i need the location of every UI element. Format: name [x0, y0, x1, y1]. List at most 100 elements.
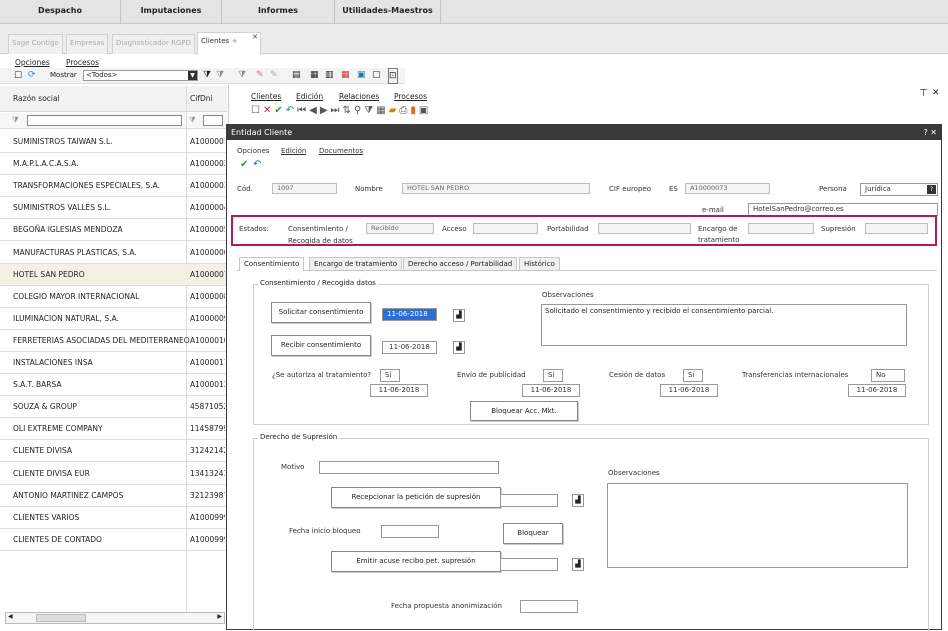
undo-icon[interactable]: ↶	[286, 105, 297, 116]
pdf-icon[interactable]: ▟	[453, 341, 465, 354]
export-icon[interactable]: ▥	[325, 68, 334, 82]
cesion-field[interactable]: Sí	[683, 369, 703, 382]
solicitar-date-field[interactable]: 11-06-2018	[382, 308, 437, 321]
motivo-field[interactable]	[319, 461, 499, 474]
office-icon[interactable]: ▮	[410, 105, 419, 116]
table-row[interactable]: CLIENTES VARIOS A1000999	[0, 507, 227, 529]
transf-field[interactable]: No	[871, 369, 905, 382]
check-icon[interactable]: ✔	[240, 159, 248, 170]
filter-remove-icon[interactable]: ⧩	[216, 68, 224, 82]
dlg-menu-edicion[interactable]: Edición	[281, 147, 306, 155]
pdf-icon[interactable]: ▟	[453, 309, 465, 322]
table-row[interactable]: HOTEL SAN PEDRO A1000007	[0, 263, 227, 286]
table-row[interactable]: COLEGIO MAYOR INTERNACIONAL A1000008	[0, 286, 227, 308]
nombre-field[interactable]: HOTEL SAN PEDRO	[402, 183, 590, 194]
refresh-icon[interactable]: ⟳	[28, 68, 36, 82]
new-icon[interactable]: ☐	[251, 105, 263, 116]
star-icon[interactable]: ★	[231, 37, 237, 45]
mostrar-select[interactable]: <Todos> ▼	[83, 70, 198, 81]
new-icon[interactable]: ☐	[14, 69, 22, 83]
tab-clientes[interactable]: Clientes ★ ✕	[197, 32, 261, 55]
menu-procesos[interactable]: Procesos	[66, 58, 99, 67]
tab-consentimiento[interactable]: Consentimiento	[239, 257, 305, 271]
tab-historico[interactable]: Histórico	[519, 257, 560, 270]
encargo-field[interactable]	[748, 223, 814, 234]
persona-select[interactable]: Jurídica ?	[860, 183, 938, 196]
prev-icon[interactable]: ◀	[309, 105, 320, 116]
table-row[interactable]: SOUZA & GROUP 458710524	[0, 396, 227, 419]
print-icon[interactable]: ⎙	[399, 105, 410, 116]
export-icon[interactable]: ▣	[419, 105, 431, 116]
back-menu-edicion[interactable]: Edición	[296, 92, 323, 101]
table-row[interactable]: CLIENTE DIVISA EUR 134132412	[0, 463, 227, 485]
dlg-menu-documentos[interactable]: Documentos	[319, 147, 363, 155]
recepcionar-date[interactable]	[500, 494, 558, 507]
observaciones-textarea[interactable]: Solicitado el consentimiento y recibido …	[541, 304, 907, 346]
supresion-field[interactable]	[865, 223, 928, 234]
help-icon[interactable]: ?	[927, 185, 936, 194]
table-row[interactable]: FERRETERIAS ASOCIADAS DEL MEDITERRANEO A1…	[0, 330, 227, 352]
menu-despacho[interactable]: Despacho	[0, 0, 120, 24]
close-icon[interactable]: ✕	[252, 29, 258, 46]
fecha-anon-field[interactable]	[520, 600, 578, 613]
solicitar-consentimiento-button[interactable]: Solicitar consentimiento	[271, 302, 371, 323]
table-row[interactable]: SUMINISTROS VALLÉS S.L. A1000004	[0, 197, 227, 220]
tab-derecho-acceso[interactable]: Derecho acceso / Portabilidad	[403, 257, 518, 270]
menu-informes[interactable]: Informes	[222, 0, 334, 24]
acceso-field[interactable]	[473, 223, 538, 234]
autoriza-date[interactable]: 11-06-2018	[370, 384, 428, 397]
emitir-date[interactable]	[500, 558, 558, 571]
back-menu-clientes[interactable]: Clientes	[251, 92, 281, 101]
chart-icon[interactable]: ▦	[341, 68, 350, 82]
delete-icon[interactable]: ✕	[263, 105, 274, 116]
grid-icon[interactable]: ▦	[376, 105, 388, 116]
pencil-icon[interactable]: ✎	[256, 68, 264, 82]
cod-field[interactable]: 1007	[272, 183, 337, 194]
sort-icon[interactable]: ⇅	[343, 105, 354, 116]
mail-icon[interactable]: ▣	[357, 68, 366, 82]
portabilidad-field[interactable]	[598, 223, 691, 234]
folder-icon[interactable]: ▰	[389, 105, 400, 116]
check-icon[interactable]: ✔	[274, 105, 285, 116]
undo-icon[interactable]: ↶	[253, 159, 261, 170]
recepcionar-button[interactable]: Recepcionar la petición de supresión	[331, 487, 501, 508]
filter-razon-input[interactable]	[27, 115, 182, 126]
table-row[interactable]: MANUFACTURAS PLASTICAS, S.A. A1000006	[0, 242, 227, 264]
pdf-icon[interactable]: ▟	[572, 558, 584, 571]
recibir-consentimiento-button[interactable]: Recibir consentimiento	[271, 335, 371, 356]
filter-icon[interactable]: ⧩	[364, 105, 376, 116]
menu-imputaciones[interactable]: Imputaciones	[121, 0, 221, 24]
tab-diagnosticador[interactable]: Diagnosticador RGPD	[112, 34, 195, 54]
menu-opciones[interactable]: Opciones	[15, 58, 50, 67]
first-icon[interactable]: ⏮	[297, 105, 309, 116]
col-cifdni[interactable]: CifDni	[190, 94, 213, 103]
consentimiento-field[interactable]: Recibido	[366, 223, 434, 234]
filter-cif-input[interactable]	[203, 115, 223, 126]
last-icon[interactable]: ⏭	[331, 105, 343, 116]
pdf-icon[interactable]: ▟	[572, 494, 584, 507]
table-row[interactable]: CLIENTE DIVISA 312421427	[0, 440, 227, 463]
table-row[interactable]: BEGOÑA IGLESIAS MENDOZA A1000005	[0, 219, 227, 242]
table-row[interactable]: INSTALACIONES INSA A1000011	[0, 352, 227, 374]
bloquear-button[interactable]: Bloquear	[503, 523, 563, 544]
dlg-menu-opciones[interactable]: Opciones	[237, 147, 269, 155]
recibir-date-field[interactable]: 11-06-2018	[382, 341, 437, 354]
col-razon-social[interactable]: Razón social	[13, 94, 60, 103]
table-row[interactable]: SUMINISTROS TAIWAN S.L. A1000001	[0, 131, 227, 153]
list-icon[interactable]: ▤	[292, 68, 301, 82]
table-row[interactable]: M.A.P.L.A.C.A.S.A. A1000002	[0, 153, 227, 176]
autoriza-field[interactable]: Sí	[380, 369, 400, 382]
horizontal-scrollbar[interactable]: ◀ ▶	[5, 612, 225, 624]
filter-clear-icon[interactable]: ⧩	[238, 68, 246, 82]
dialog-help-close[interactable]: ? ✕	[924, 125, 938, 140]
tab-empresas[interactable]: Empresas	[66, 34, 109, 54]
tab-sage-contigo[interactable]: Sage Contigo	[8, 34, 63, 54]
envio-date[interactable]: 11-06-2018	[522, 384, 580, 397]
back-menu-relaciones[interactable]: Relaciones	[339, 92, 379, 101]
table-row[interactable]: TRANSFORMACIONES ESPECIALES, S.A. A100000…	[0, 175, 227, 198]
fecha-bloqueo-field[interactable]	[381, 525, 439, 538]
table-row[interactable]: ANTONIO MARTINEZ CAMPOS 321239870	[0, 485, 227, 507]
envio-field[interactable]: Sí	[543, 369, 563, 382]
back-menu-procesos[interactable]: Procesos	[394, 92, 427, 101]
tab-encargo[interactable]: Encargo de tratamiento	[309, 257, 403, 270]
